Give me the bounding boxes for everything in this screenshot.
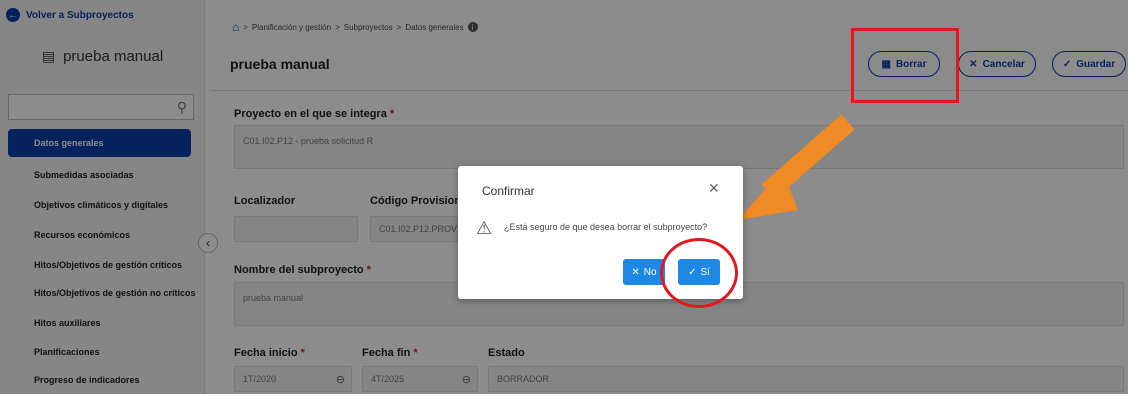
close-icon: ✕ — [631, 266, 640, 278]
dialog-message: ¿Está seguro de que desea borrar el subp… — [504, 222, 708, 232]
highlight-circle — [660, 238, 738, 308]
highlight-box — [851, 28, 959, 103]
no-button-label: No — [643, 266, 657, 278]
dialog-title: Confirmar — [482, 184, 535, 198]
warning-icon: ⚠ — [476, 218, 493, 238]
no-button[interactable]: ✕ No — [623, 259, 665, 285]
close-icon[interactable]: ✕ — [708, 180, 720, 197]
